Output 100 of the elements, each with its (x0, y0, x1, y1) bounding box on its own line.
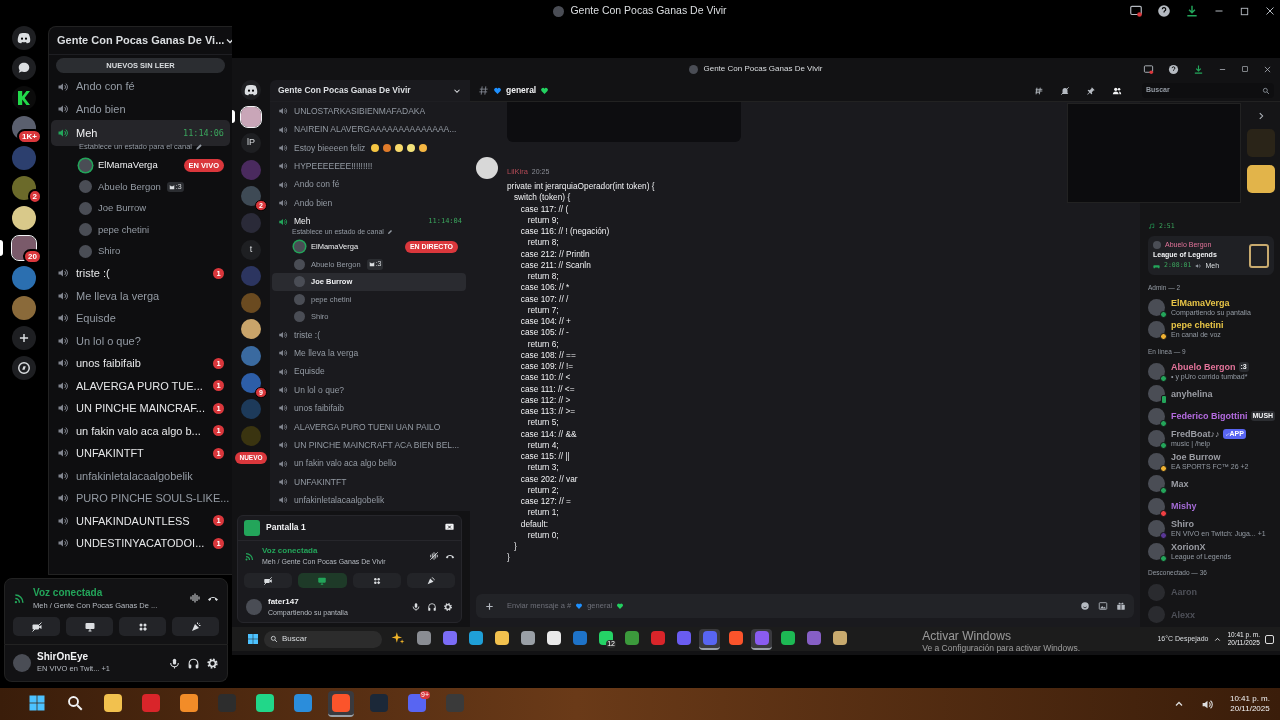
taskbar-clock[interactable]: 10:41 p. m. 20/11/2025 (1229, 694, 1270, 714)
server-icon[interactable] (241, 319, 261, 340)
screen-record-icon[interactable] (1129, 4, 1143, 18)
maximize-icon[interactable] (1239, 5, 1250, 17)
gift-icon[interactable] (1116, 601, 1126, 611)
activities-button[interactable] (352, 573, 401, 588)
microphone-icon[interactable] (411, 602, 421, 612)
member-name: FredBoat♪♪ (1171, 429, 1220, 439)
help-icon[interactable] (1168, 63, 1179, 75)
taskbar-button[interactable] (751, 628, 772, 650)
taskbar-button[interactable] (699, 628, 720, 650)
emoji-icon[interactable] (1080, 601, 1090, 611)
voice-channel[interactable]: unos faibifaib (272, 399, 468, 418)
speaker-icon (57, 267, 69, 280)
headphones-icon[interactable] (187, 656, 200, 670)
screen-record-icon[interactable] (1143, 63, 1154, 75)
voice-signal-icon (13, 591, 27, 606)
server-icon[interactable]: lP (241, 133, 261, 154)
voice-channel[interactable]: NAIREIN ALAVERGAAAAAAAAAAAAAA... (272, 120, 468, 139)
windows-logo-icon[interactable] (247, 633, 259, 645)
voice-channel[interactable]: un fakin valo aca algo bello (272, 454, 468, 473)
voice-channel[interactable]: Equisde (51, 307, 230, 330)
settings-icon[interactable] (443, 602, 453, 612)
voice-channel[interactable]: ALAVERGA PURO TUENI UAN PAILO (272, 417, 468, 437)
microphone-icon[interactable] (168, 656, 181, 670)
pencil-icon[interactable] (195, 142, 203, 151)
server-icon[interactable]: t (241, 239, 261, 260)
voice-channel[interactable]: Me lleva la verga (51, 284, 230, 307)
camera-off-icon (30, 620, 43, 633)
avatar (1148, 298, 1165, 316)
username: fater147 (268, 595, 300, 608)
voice-channel[interactable]: unfakinletalacaalgobelik (51, 464, 230, 487)
pencil-icon[interactable] (386, 229, 393, 235)
download-icon[interactable] (1193, 63, 1204, 75)
close-icon[interactable] (1263, 64, 1272, 74)
close-icon[interactable] (1264, 5, 1276, 17)
voice-channel[interactable]: HYPEEEEEEE!!!!!!!!! (272, 157, 468, 176)
activities-button[interactable] (119, 617, 166, 637)
voice-member[interactable]: Shiro (49, 240, 232, 262)
chevron-right-icon[interactable] (1256, 111, 1266, 121)
avatar (689, 64, 699, 74)
code-line: case 127: // = (519, 496, 572, 508)
headphones-icon[interactable] (427, 602, 437, 612)
home-button[interactable] (241, 80, 261, 100)
pin-icon[interactable] (1086, 85, 1096, 96)
voice-channel[interactable]: Ando bien (272, 193, 468, 213)
voice-channel[interactable]: Ando bien (51, 97, 230, 121)
noise-suppression-icon[interactable] (189, 592, 201, 605)
server-icon[interactable] (12, 86, 36, 110)
maximize-icon[interactable] (1241, 65, 1249, 73)
voice-member[interactable]: Joe Burrow (49, 197, 232, 219)
server-name[interactable]: Gente Con Pocas Ganas De Vi... (57, 32, 225, 49)
voice-channel[interactable]: Me lleva la verga (272, 344, 468, 363)
camera-off-button[interactable] (13, 617, 60, 637)
discover-button[interactable] (12, 356, 36, 380)
settings-icon[interactable] (206, 656, 219, 670)
plus-icon[interactable] (484, 600, 495, 612)
stop-stream-icon[interactable] (444, 522, 455, 533)
voice-channel[interactable]: Ando con fé (272, 175, 468, 194)
screen-share-button[interactable] (66, 617, 113, 637)
game-icon[interactable] (1247, 165, 1275, 193)
voice-channel[interactable]: UNLOSTARKASIBIENMAFADAKA (272, 102, 468, 121)
image-icon[interactable] (1098, 601, 1108, 611)
soundboard-button[interactable] (406, 573, 455, 588)
server-icon[interactable] (12, 176, 36, 200)
code-line: case 211: // Scanln (519, 259, 592, 271)
member-item[interactable]: Mishy (1148, 494, 1274, 518)
voice-member[interactable]: pepe chetini (49, 219, 232, 241)
taskbar-search[interactable]: Buscar (264, 630, 382, 648)
help-icon[interactable] (1157, 4, 1171, 18)
voice-channel[interactable]: Un lol o que? (51, 329, 230, 352)
voice-channel[interactable]: Un lol o que? (272, 380, 468, 400)
download-icon[interactable] (1185, 4, 1199, 18)
direct-messages-button[interactable] (12, 56, 36, 80)
members-icon[interactable] (1112, 85, 1122, 96)
threads-icon[interactable] (1034, 85, 1044, 96)
camera-off-button[interactable] (244, 573, 293, 588)
soundboard-button[interactable] (172, 617, 219, 637)
speaker-icon (57, 379, 69, 392)
noise-suppression-off-icon[interactable] (429, 550, 439, 561)
voice-channel[interactable]: triste :( (272, 325, 468, 345)
voice-channel[interactable]: Estoy bieeeen feliz (272, 138, 468, 158)
voice-channel[interactable]: UN PINCHE MAINCRAFT ACA BIEN BEL... (272, 436, 468, 455)
voice-channel[interactable]: unfakinletalacaalgobelik (272, 491, 468, 510)
server-icon[interactable] (241, 106, 261, 127)
voice-channel[interactable]: PURO PINCHE SOULS-LIKE... (51, 487, 230, 510)
server-icon[interactable] (12, 206, 36, 230)
voice-channel[interactable]: Ando con fé (51, 75, 230, 98)
server-name[interactable]: Gente Con Pocas Ganas De Vivir (278, 84, 411, 97)
member-item[interactable]: anyhelina (1148, 382, 1274, 405)
add-server-button[interactable] (12, 326, 36, 350)
code-line: case 117: // ( (519, 203, 570, 215)
voice-channel[interactable]: UNFAKINTFT (272, 472, 468, 492)
voice-channel[interactable]: Equisde (272, 362, 468, 381)
home-button[interactable] (12, 26, 36, 50)
speaker-icon (57, 312, 69, 325)
notifications-icon[interactable] (1265, 634, 1274, 644)
mute-bell-icon[interactable] (1060, 85, 1070, 96)
member-item[interactable]: Max (1148, 472, 1274, 495)
status-dot (1160, 554, 1167, 562)
